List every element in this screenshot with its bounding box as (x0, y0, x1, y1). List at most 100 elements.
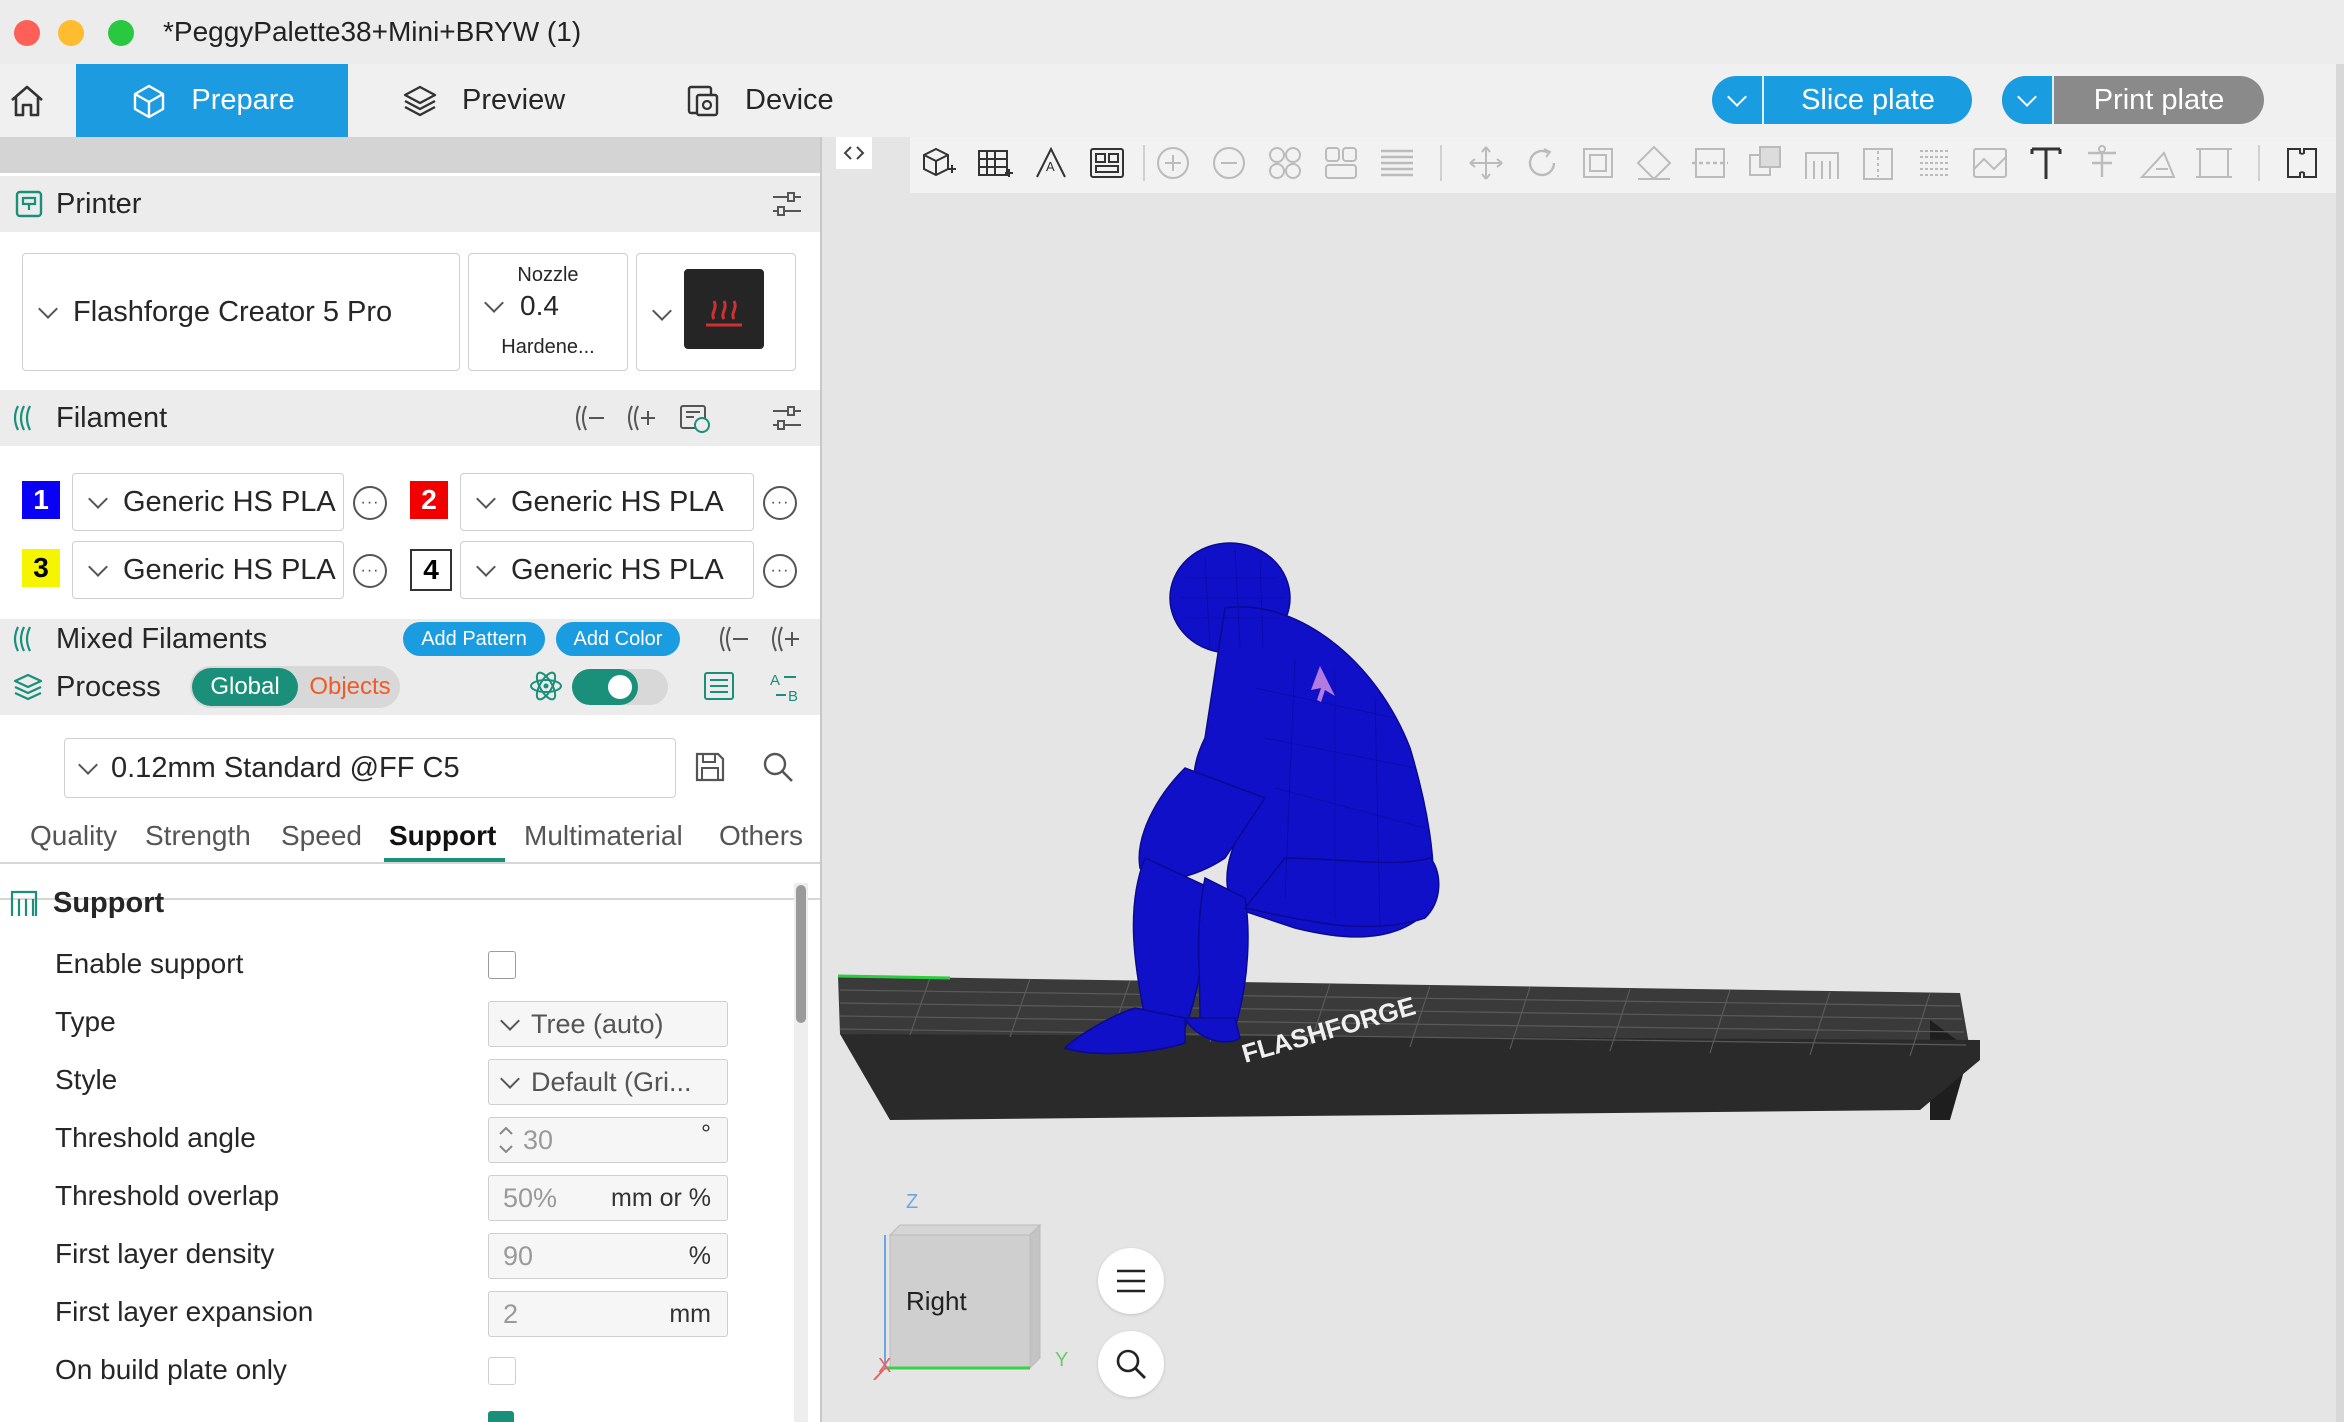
text-tool-icon[interactable] (2026, 143, 2066, 183)
add-object-icon[interactable] (918, 143, 958, 183)
first-layer-density-label: First layer density (55, 1238, 275, 1269)
view-cube[interactable]: Z Y X Right (870, 1190, 1080, 1380)
tab-others[interactable]: Others (719, 820, 803, 852)
toggle-objects[interactable]: Objects (302, 668, 398, 706)
filament-select-2[interactable]: Generic HS PLA (460, 473, 754, 531)
puzzle-icon[interactable] (2282, 143, 2322, 183)
atom-icon[interactable] (528, 668, 564, 704)
support-style-label: Style (55, 1064, 118, 1095)
zoom-search-button[interactable] (1098, 1331, 1164, 1397)
toggle-global[interactable]: Global (192, 668, 298, 706)
arrange-icon[interactable] (1087, 143, 1127, 183)
svg-emboss-icon[interactable] (2082, 143, 2122, 183)
filament-remove-icon[interactable] (574, 402, 606, 434)
auto-orient-icon[interactable]: A (1031, 143, 1071, 183)
compare-presets-icon[interactable]: AB (768, 669, 804, 705)
tab-device[interactable]: Device (683, 64, 834, 137)
3d-model[interactable] (1035, 538, 1465, 1068)
cut-icon[interactable] (1690, 143, 1730, 183)
sidebar-scrollbar-thumb[interactable] (796, 885, 806, 1023)
home-button[interactable] (0, 64, 76, 137)
rotate-icon[interactable] (1522, 143, 1562, 183)
threshold-angle-value: 30 (523, 1124, 554, 1155)
support-style-select[interactable]: Default (Gri... (488, 1059, 728, 1105)
filament-sync-icon[interactable] (678, 401, 712, 435)
plate-select[interactable] (636, 253, 796, 371)
mixed-add-icon[interactable] (770, 623, 802, 655)
threshold-overlap-field[interactable]: 50% mm or % (488, 1175, 728, 1221)
slice-plate-button[interactable]: Slice plate (1712, 76, 1972, 124)
build-plate-only-label: On build plate only (55, 1354, 287, 1385)
color-painting-icon[interactable] (1970, 143, 2010, 183)
view-menu-button[interactable] (1098, 1248, 1164, 1314)
next-row-checkbox-checked[interactable] (488, 1411, 514, 1422)
save-icon[interactable] (692, 749, 728, 785)
threshold-angle-spinner[interactable]: 30 ° (488, 1117, 728, 1163)
filament-settings-icon[interactable] (770, 401, 804, 435)
filament-more-icon[interactable]: ··· (763, 554, 797, 588)
nozzle-select[interactable]: Nozzle 0.4 Hardene... (468, 253, 628, 371)
add-color-button[interactable]: Add Color (556, 622, 680, 656)
zoom-window-button[interactable] (108, 20, 134, 46)
layers-editing-icon[interactable] (1377, 143, 1417, 183)
tab-strength[interactable]: Strength (145, 820, 251, 852)
axis-y-label: Y (1055, 1349, 1068, 1371)
filament-more-icon[interactable]: ··· (353, 486, 387, 520)
support-type-select[interactable]: Tree (auto) (488, 1001, 728, 1047)
tab-prepare[interactable]: Prepare (76, 64, 348, 137)
printer-select[interactable]: Flashforge Creator 5 Pro (22, 253, 460, 371)
slice-plate-label: Slice plate (1801, 83, 1935, 116)
mesh-boolean-icon[interactable] (1746, 143, 1786, 183)
list-view-icon[interactable] (702, 669, 736, 703)
tab-preview[interactable]: Preview (400, 64, 565, 137)
tab-prepare-label: Prepare (191, 84, 295, 116)
tab-multimaterial[interactable]: Multimaterial (524, 820, 683, 852)
minimize-window-button[interactable] (58, 20, 84, 46)
filament-color-swatch-2[interactable]: 2 (410, 481, 448, 519)
mixed-remove-icon[interactable] (718, 623, 750, 655)
collapse-sidebar-button[interactable] (836, 137, 872, 169)
print-plate-button[interactable]: Print plate (2002, 76, 2264, 124)
split-objects-icon[interactable] (1265, 143, 1305, 183)
lay-on-face-icon[interactable] (1634, 143, 1674, 183)
tab-speed[interactable]: Speed (281, 820, 362, 852)
split-parts-icon[interactable] (1321, 143, 1361, 183)
filament-color-swatch-1[interactable]: 1 (22, 481, 60, 519)
remove-instance-icon[interactable] (1209, 143, 1249, 183)
filament-color-swatch-3[interactable]: 3 (22, 549, 60, 587)
support-painting-icon[interactable] (1802, 143, 1842, 183)
first-layer-density-field[interactable]: 90% (488, 1233, 728, 1279)
fuzzy-skin-icon[interactable] (1914, 143, 1954, 183)
measure-icon[interactable] (2138, 143, 2178, 183)
move-icon[interactable] (1466, 143, 1506, 183)
print-dropdown-chevron[interactable] (2002, 76, 2054, 124)
assembly-view-icon[interactable] (2194, 143, 2234, 183)
filament-select-4[interactable]: Generic HS PLA (460, 541, 754, 599)
printer-settings-icon[interactable] (770, 187, 804, 221)
add-instance-icon[interactable] (1153, 143, 1193, 183)
filament-add-icon[interactable] (626, 402, 658, 434)
process-preset-select[interactable]: 0.12mm Standard @FF C5 (64, 738, 676, 798)
scale-icon[interactable] (1578, 143, 1618, 183)
enable-support-checkbox[interactable] (488, 951, 516, 979)
filament-slot-number: 1 (33, 484, 49, 515)
filament-more-icon[interactable]: ··· (763, 486, 797, 520)
seam-painting-icon[interactable] (1858, 143, 1898, 183)
tab-support[interactable]: Support (389, 820, 496, 852)
close-window-button[interactable] (14, 20, 40, 46)
spinner-arrows-icon[interactable] (497, 1122, 515, 1158)
filament-select-1[interactable]: Generic HS PLA (72, 473, 344, 531)
filament-color-swatch-4[interactable]: 4 (410, 549, 452, 591)
build-plate-only-checkbox[interactable] (488, 1357, 516, 1385)
filament-more-icon[interactable]: ··· (353, 554, 387, 588)
global-objects-toggle[interactable]: Global Objects (190, 666, 400, 708)
tab-quality[interactable]: Quality (30, 820, 117, 852)
add-pattern-button[interactable]: Add Pattern (403, 622, 545, 656)
first-layer-expansion-field[interactable]: 2 mm (488, 1291, 728, 1337)
filament-select-3[interactable]: Generic HS PLA (72, 541, 344, 599)
add-plate-icon[interactable] (975, 143, 1015, 183)
hamburger-menu-icon (1117, 1269, 1145, 1293)
slice-dropdown-chevron[interactable] (1712, 76, 1764, 124)
search-icon[interactable] (760, 749, 796, 785)
advanced-mode-switch[interactable] (572, 669, 668, 705)
